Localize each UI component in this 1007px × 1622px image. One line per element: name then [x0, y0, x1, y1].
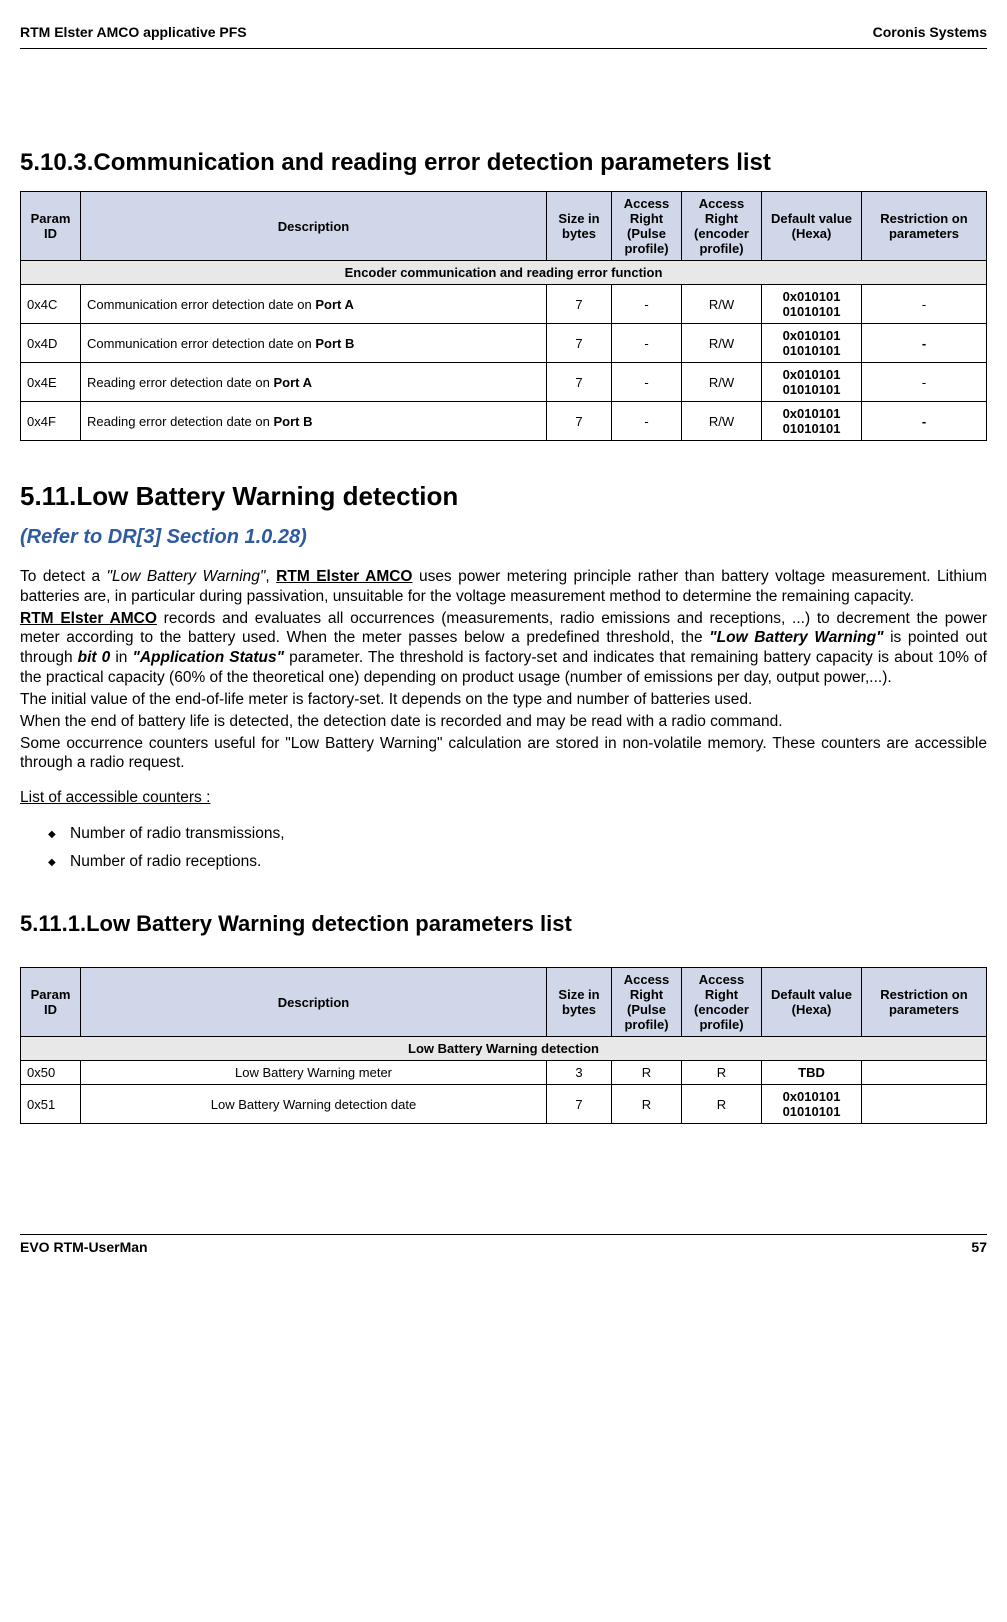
list-item: Number of radio transmissions,	[70, 825, 987, 843]
table-row: 0x51 Low Battery Warning detection date …	[21, 1085, 987, 1124]
table-header-row: Param ID Description Size in bytes Acces…	[21, 192, 987, 261]
cell-restriction: -	[862, 402, 987, 441]
cell-desc: Communication error detection date on Po…	[81, 324, 547, 363]
th-description: Description	[81, 968, 547, 1037]
th-access-pulse: Access Right (Pulse profile)	[612, 968, 682, 1037]
footer-rule	[20, 1234, 987, 1235]
table-row: 0x4C Communication error detection date …	[21, 285, 987, 324]
cell-default: 0x01010101010101	[762, 285, 862, 324]
table-row: 0x4F Reading error detection date on Por…	[21, 402, 987, 441]
th-description: Description	[81, 192, 547, 261]
cell-pulse: R	[612, 1061, 682, 1085]
section-title-cell: Encoder communication and reading error …	[21, 261, 987, 285]
cell-default: TBD	[762, 1061, 862, 1085]
cell-size: 7	[547, 363, 612, 402]
cell-size: 7	[547, 285, 612, 324]
cell-desc: Low Battery Warning meter	[81, 1061, 547, 1085]
header-left: RTM Elster AMCO applicative PFS	[20, 24, 247, 40]
cell-pulse: -	[612, 285, 682, 324]
cell-default: 0x01010101010101	[762, 1085, 862, 1124]
counter-list: Number of radio transmissions, Number of…	[20, 825, 987, 871]
cell-encoder: R/W	[682, 363, 762, 402]
list-heading: List of accessible counters :	[20, 789, 987, 807]
cell-size: 7	[547, 324, 612, 363]
cell-desc: Low Battery Warning detection date	[81, 1085, 547, 1124]
table-row: 0x50 Low Battery Warning meter 3 R R TBD	[21, 1061, 987, 1085]
cell-encoder: R/W	[682, 402, 762, 441]
footer-left: EVO RTM-UserMan	[20, 1239, 148, 1255]
cell-size: 7	[547, 1085, 612, 1124]
header-right: Coronis Systems	[873, 24, 987, 40]
heading-5-11-1: 5.11.1.Low Battery Warning detection par…	[20, 911, 987, 937]
section-title-cell: Low Battery Warning detection	[21, 1037, 987, 1061]
paragraph-1: To detect a "Low Battery Warning", RTM E…	[20, 567, 987, 607]
cell-size: 3	[547, 1061, 612, 1085]
th-access-encoder: Access Right (encoder profile)	[682, 968, 762, 1037]
cell-pulse: R	[612, 1085, 682, 1124]
page-header: RTM Elster AMCO applicative PFS Coronis …	[20, 24, 987, 40]
cell-pulse: -	[612, 402, 682, 441]
cell-encoder: R/W	[682, 324, 762, 363]
cell-id: 0x51	[21, 1085, 81, 1124]
cell-restriction	[862, 1061, 987, 1085]
cell-id: 0x4E	[21, 363, 81, 402]
table-section-title: Low Battery Warning detection	[21, 1037, 987, 1061]
th-size: Size in bytes	[547, 192, 612, 261]
header-rule	[20, 48, 987, 49]
th-access-pulse: Access Right (Pulse profile)	[612, 192, 682, 261]
cell-id: 0x50	[21, 1061, 81, 1085]
cell-desc: Reading error detection date on Port A	[81, 363, 547, 402]
cell-desc: Communication error detection date on Po…	[81, 285, 547, 324]
subheading-refer: (Refer to DR[3] Section 1.0.28)	[20, 526, 987, 549]
table-row: 0x4E Reading error detection date on Por…	[21, 363, 987, 402]
heading-5-10-3: 5.10.3.Communication and reading error d…	[20, 149, 987, 177]
cell-restriction: -	[862, 363, 987, 402]
cell-size: 7	[547, 402, 612, 441]
footer-right: 57	[971, 1239, 987, 1255]
cell-default: 0x01010101010101	[762, 402, 862, 441]
cell-id: 0x4D	[21, 324, 81, 363]
cell-default: 0x01010101010101	[762, 363, 862, 402]
cell-encoder: R	[682, 1061, 762, 1085]
th-restriction: Restriction on parameters	[862, 968, 987, 1037]
th-param-id: Param ID	[21, 192, 81, 261]
cell-encoder: R/W	[682, 285, 762, 324]
cell-restriction	[862, 1085, 987, 1124]
cell-default: 0x01010101010101	[762, 324, 862, 363]
paragraph-5: Some occurrence counters useful for "Low…	[20, 734, 987, 774]
cell-restriction: -	[862, 324, 987, 363]
th-restriction: Restriction on parameters	[862, 192, 987, 261]
cell-id: 0x4F	[21, 402, 81, 441]
cell-pulse: -	[612, 363, 682, 402]
list-item: Number of radio receptions.	[70, 853, 987, 871]
table-low-battery: Param ID Description Size in bytes Acces…	[20, 967, 987, 1124]
table-header-row: Param ID Description Size in bytes Acces…	[21, 968, 987, 1037]
th-access-encoder: Access Right (encoder profile)	[682, 192, 762, 261]
cell-pulse: -	[612, 324, 682, 363]
paragraph-3: The initial value of the end-of-life met…	[20, 690, 987, 710]
cell-encoder: R	[682, 1085, 762, 1124]
th-param-id: Param ID	[21, 968, 81, 1037]
cell-id: 0x4C	[21, 285, 81, 324]
page-footer: EVO RTM-UserMan 57	[20, 1234, 987, 1255]
th-size: Size in bytes	[547, 968, 612, 1037]
th-default: Default value (Hexa)	[762, 968, 862, 1037]
table-section-title: Encoder communication and reading error …	[21, 261, 987, 285]
th-default: Default value (Hexa)	[762, 192, 862, 261]
table-encoder-errors: Param ID Description Size in bytes Acces…	[20, 191, 987, 441]
cell-restriction: -	[862, 285, 987, 324]
paragraph-4: When the end of battery life is detected…	[20, 712, 987, 732]
paragraph-2: RTM Elster AMCO records and evaluates al…	[20, 609, 987, 688]
cell-desc: Reading error detection date on Port B	[81, 402, 547, 441]
heading-5-11: 5.11.Low Battery Warning detection	[20, 481, 987, 512]
table-row: 0x4D Communication error detection date …	[21, 324, 987, 363]
